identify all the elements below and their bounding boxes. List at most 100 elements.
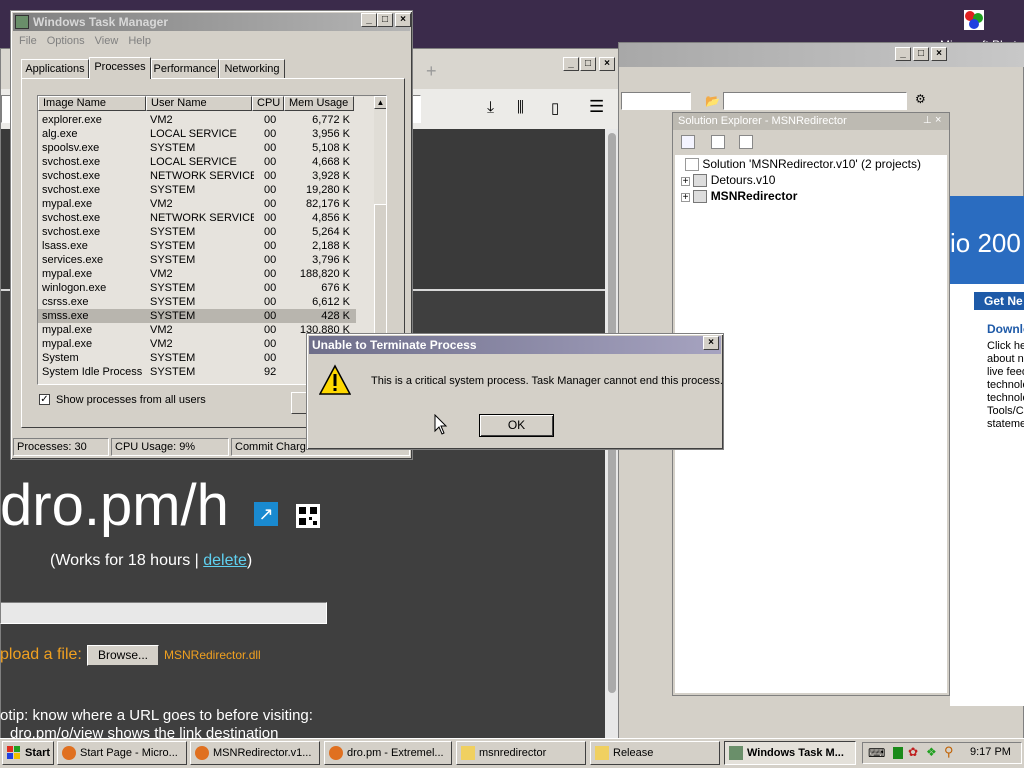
process-row[interactable]: mypal.exe VM2 00 82,176 K xyxy=(38,197,356,211)
mem-usage: 2,188 K xyxy=(312,240,350,252)
process-row[interactable]: spoolsv.exe SYSTEM 00 5,108 K xyxy=(38,141,356,155)
project-icon xyxy=(693,174,708,188)
solution-close-icon[interactable]: × xyxy=(935,114,941,126)
solution-icon xyxy=(685,158,699,172)
show-all-users-checkbox[interactable]: ✓ xyxy=(39,394,50,405)
taskbar-item[interactable]: MSNRedirector.v1... xyxy=(190,741,320,765)
column-header-image-name[interactable]: Image Name xyxy=(38,96,146,111)
process-row[interactable]: svchost.exe SYSTEM 00 5,264 K xyxy=(38,225,356,239)
column-header-cpu[interactable]: CPU xyxy=(252,96,284,111)
process-row[interactable]: explorer.exe VM2 00 6,772 K xyxy=(38,113,356,127)
keyboard-icon[interactable]: ⌨ xyxy=(868,746,885,760)
process-name: csrss.exe xyxy=(42,296,89,308)
short-url: dro.pm/h xyxy=(0,473,229,538)
process-row[interactable]: alg.exe LOCAL SERVICE 00 3,956 K xyxy=(38,127,356,141)
browse-button[interactable]: Browse... xyxy=(87,645,159,666)
url-input[interactable] xyxy=(0,602,327,624)
open-link-icon[interactable]: ↗ xyxy=(254,502,278,526)
tab-processes[interactable]: Processes xyxy=(89,57,151,79)
tab-performance[interactable]: Performance xyxy=(151,59,219,79)
solution-root[interactable]: Solution 'MSNRedirector.v10' (2 projects… xyxy=(685,157,922,172)
tab-networking[interactable]: Networking xyxy=(219,59,285,79)
process-row[interactable]: winlogon.exe SYSTEM 00 676 K xyxy=(38,281,356,295)
delete-link[interactable]: delete xyxy=(203,552,247,569)
taskbar-item[interactable]: dro.pm - Extremel... xyxy=(324,741,452,765)
taskbar-item[interactable]: Start Page - Micro... xyxy=(57,741,187,765)
tray-app-icon[interactable]: ✿ xyxy=(908,745,918,759)
pin-icon[interactable]: ⊥ xyxy=(923,115,932,126)
clock[interactable]: 9:17 PM xyxy=(970,746,1011,758)
browser-maximize-button[interactable]: □ xyxy=(580,57,596,71)
dialog-close-button[interactable]: × xyxy=(703,336,719,350)
tm-maximize-button[interactable]: □ xyxy=(377,13,393,27)
sidebar-icon[interactable]: ▯ xyxy=(551,99,559,117)
download-icon[interactable]: ⤓ xyxy=(487,99,494,117)
taskbar-item[interactable]: Windows Task M... xyxy=(724,741,856,765)
tray-app-icon-2[interactable]: ❖ xyxy=(926,745,937,759)
photo-editor-icon-graphic xyxy=(964,10,984,30)
scroll-up-button[interactable]: ▲ xyxy=(374,96,386,109)
library-icon[interactable]: ⫼ xyxy=(517,99,524,116)
process-name: mypal.exe xyxy=(42,324,93,336)
process-row[interactable]: smss.exe SYSTEM 00 428 K xyxy=(38,309,356,323)
vs-toolbar-icon[interactable]: ⚙ xyxy=(915,92,926,106)
column-header-mem-usage[interactable]: Mem Usage xyxy=(284,96,354,111)
process-row[interactable]: svchost.exe SYSTEM 00 19,280 K xyxy=(38,183,356,197)
error-dialog-titlebar[interactable]: Unable to Terminate Process xyxy=(309,336,721,354)
vs-minimize-button[interactable]: _ xyxy=(895,47,911,61)
project-icon xyxy=(693,190,708,204)
tree-item-msnredirector[interactable]: + MSNRedirector xyxy=(681,189,797,204)
refresh-icon[interactable] xyxy=(739,135,753,149)
process-row[interactable]: lsass.exe SYSTEM 00 2,188 K xyxy=(38,239,356,253)
vs-find-combo[interactable] xyxy=(723,92,907,110)
process-name: winlogon.exe xyxy=(42,282,107,294)
user-name: SYSTEM xyxy=(150,352,196,364)
vs-config-combo[interactable] xyxy=(621,92,691,110)
tree-item-label: Detours.v10 xyxy=(710,173,776,187)
properties-icon[interactable] xyxy=(681,135,695,149)
user-name: SYSTEM xyxy=(150,142,196,154)
vs-close-button[interactable]: × xyxy=(931,47,947,61)
process-name: mypal.exe xyxy=(42,268,93,280)
new-tab-icon[interactable]: + xyxy=(426,61,437,82)
process-row[interactable]: mypal.exe VM2 00 188,820 K xyxy=(38,267,356,281)
process-row[interactable]: svchost.exe LOCAL SERVICE 00 4,668 K xyxy=(38,155,356,169)
taskbar-item[interactable]: msnredirector xyxy=(456,741,586,765)
menu-icon[interactable]: ☰ xyxy=(589,97,604,117)
process-row[interactable]: svchost.exe NETWORK SERVICE 00 4,856 K xyxy=(38,211,356,225)
cpu-value: 00 xyxy=(264,240,277,252)
menu-item-help[interactable]: Help xyxy=(128,35,151,47)
process-row[interactable]: svchost.exe NETWORK SERVICE 00 3,928 K xyxy=(38,169,356,183)
vs-folder-icon[interactable]: 📂 xyxy=(705,94,720,108)
browser-close-button[interactable]: × xyxy=(599,57,615,71)
tree-item-detours[interactable]: + Detours.v10 xyxy=(681,173,776,188)
process-list-header: Image Name User Name CPU Mem Usage xyxy=(38,96,374,112)
menu-item-file[interactable]: File xyxy=(19,35,37,47)
network-icon[interactable] xyxy=(893,747,903,759)
menu-item-view[interactable]: View xyxy=(95,35,119,47)
search-icon[interactable]: ⚲ xyxy=(944,744,954,760)
qr-code-icon[interactable] xyxy=(296,504,320,528)
start-button[interactable]: Start xyxy=(2,741,54,765)
vs-maximize-button[interactable]: □ xyxy=(913,47,929,61)
browser-minimize-button[interactable]: _ xyxy=(563,57,579,71)
process-name: svchost.exe xyxy=(42,156,101,168)
solution-root-label: Solution 'MSNRedirector.v10' (2 projects… xyxy=(702,157,922,171)
tm-minimize-button[interactable]: _ xyxy=(361,13,377,27)
download-header[interactable]: Downlo xyxy=(987,322,1024,336)
ok-button[interactable]: OK xyxy=(479,414,554,437)
expand-icon[interactable]: + xyxy=(681,177,690,187)
column-header-user-name[interactable]: User Name xyxy=(146,96,252,111)
photo-editor-icon[interactable] xyxy=(958,4,990,36)
tab-applications[interactable]: Applications xyxy=(21,59,89,79)
process-row[interactable]: services.exe SYSTEM 00 3,796 K xyxy=(38,253,356,267)
menu-item-options[interactable]: Options xyxy=(47,35,85,47)
cpu-value: 00 xyxy=(264,184,277,196)
tm-close-button[interactable]: × xyxy=(395,13,411,27)
task-manager-titlebar[interactable]: Windows Task Manager xyxy=(13,13,410,31)
show-all-files-icon[interactable] xyxy=(711,135,725,149)
process-row[interactable]: csrss.exe SYSTEM 00 6,612 K xyxy=(38,295,356,309)
expand-icon[interactable]: + xyxy=(681,193,690,203)
taskbar-item-label: dro.pm - Extremel... xyxy=(347,747,444,759)
taskbar-item[interactable]: Release xyxy=(590,741,720,765)
